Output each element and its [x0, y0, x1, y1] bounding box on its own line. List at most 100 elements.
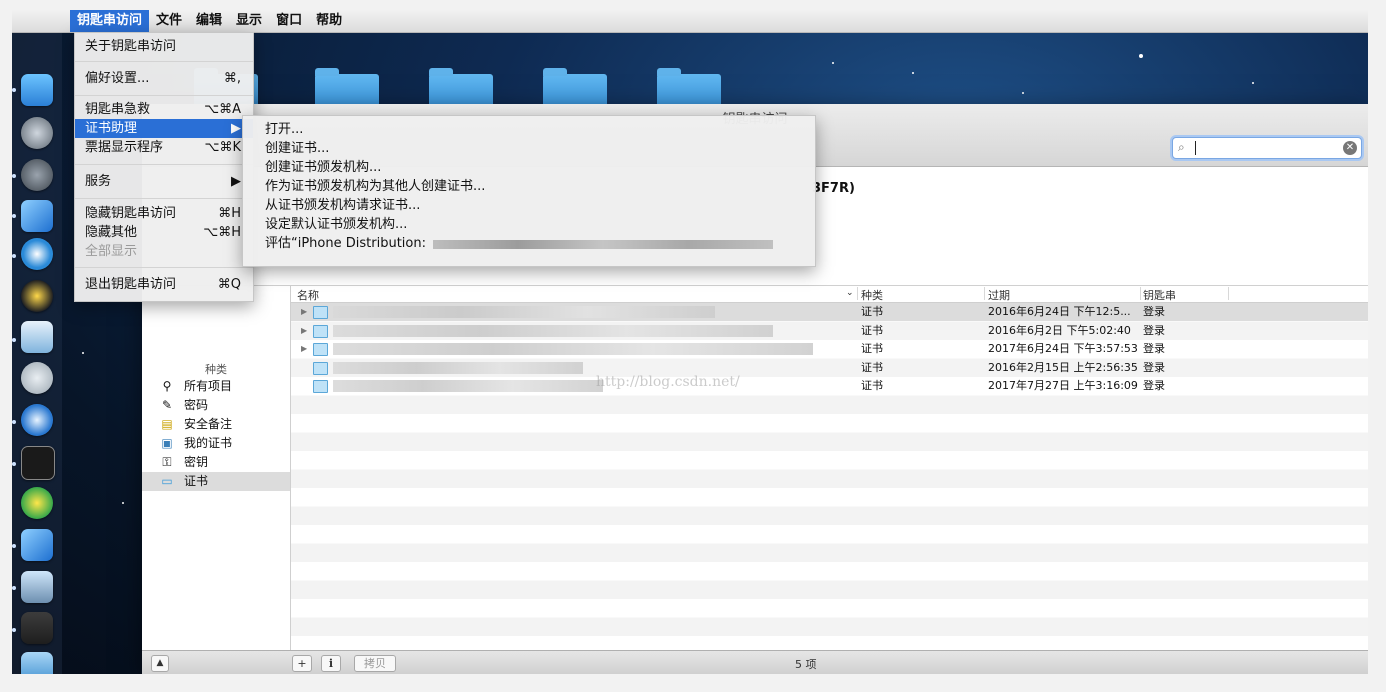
- menu-view[interactable]: 显示: [229, 10, 269, 32]
- xcode-icon[interactable]: [21, 529, 53, 561]
- evernote-icon[interactable]: [21, 612, 53, 644]
- copy-button[interactable]: 拷贝: [354, 655, 396, 672]
- sidebar-header: 种类: [205, 363, 227, 376]
- safari-icon[interactable]: [21, 238, 53, 270]
- menu-help[interactable]: 帮助: [309, 10, 349, 32]
- photo-viewer-icon[interactable]: [21, 571, 53, 603]
- terminal-icon[interactable]: [21, 446, 55, 480]
- item-info-title: 3F7R): [812, 181, 855, 196]
- sidebar-item-secure-notes[interactable]: ▤ 安全备注: [142, 415, 290, 434]
- column-header-name[interactable]: 名称: [297, 287, 319, 303]
- running-indicator: [12, 544, 16, 548]
- preview-icon[interactable]: [21, 321, 53, 353]
- menu-item-ticket-viewer[interactable]: 票据显示程序 ⌥⌘K: [75, 138, 253, 157]
- menu-item-certificate-assistant[interactable]: 证书助理 ▶: [75, 119, 253, 138]
- column-header-keychain[interactable]: 钥匙串: [1143, 287, 1176, 303]
- menu-item-shortcut: ⌥⌘K: [204, 140, 241, 155]
- menu-window[interactable]: 窗口: [269, 10, 309, 32]
- row-keychain: 登录: [1143, 379, 1165, 392]
- status-bar: ▲ + i 拷贝 5 项: [142, 650, 1368, 674]
- row-kind: 证书: [861, 360, 883, 374]
- xcode-icon[interactable]: [21, 200, 53, 232]
- column-separator: [984, 287, 985, 300]
- get-info-button[interactable]: i: [321, 655, 341, 672]
- menu-item-quit[interactable]: 退出钥匙串访问 ⌘Q: [75, 275, 253, 294]
- certificate-icon: [313, 361, 328, 375]
- search-icon: ⌕: [1178, 140, 1185, 154]
- table-row[interactable]: ▶ 证书 2017年6月24日 下午3:57:53 登录: [291, 340, 1368, 358]
- menu-item-about[interactable]: 关于钥匙串访问: [75, 37, 253, 56]
- qq-icon[interactable]: [21, 280, 53, 312]
- sidebar-item-my-certificates[interactable]: ▣ 我的证书: [142, 434, 290, 453]
- menu-item-hide-app[interactable]: 隐藏钥匙串访问 ⌘H: [75, 204, 253, 223]
- password-icon: ✎: [161, 398, 173, 412]
- item-count: 5 项: [795, 658, 817, 671]
- table-row[interactable]: 证书 2017年7月27日 上午3:16:09 登录: [291, 377, 1368, 395]
- menu-item-shortcut: ⌥⌘H: [203, 225, 241, 240]
- redacted-name: [333, 361, 583, 374]
- menu-item-set-default-ca[interactable]: 设定默认证书颁发机构...: [243, 215, 815, 234]
- menu-item-create-certificate[interactable]: 创建证书...: [243, 139, 815, 158]
- certificate-icon: [313, 324, 328, 338]
- system-preferences-icon[interactable]: [21, 159, 53, 191]
- column-separator: [1140, 287, 1141, 300]
- menu-item-label: 全部显示: [85, 244, 138, 259]
- launchpad-icon[interactable]: [21, 117, 53, 149]
- app-icon[interactable]: [21, 487, 53, 519]
- row-expires: 2017年6月24日 下午3:57:53: [988, 342, 1138, 355]
- column-header-expires[interactable]: 过期: [988, 287, 1010, 303]
- menu-bar: 钥匙串访问 文件 编辑 显示 窗口 帮助: [12, 10, 1368, 33]
- sidebar-item-passwords[interactable]: ✎ 密码: [142, 396, 290, 415]
- menu-item-keychain-first-aid[interactable]: 钥匙串急救 ⌥⌘A: [75, 100, 253, 119]
- menu-item-request-from-ca[interactable]: 从证书颁发机构请求证书...: [243, 196, 815, 215]
- menu-item-preferences[interactable]: 偏好设置... ⌘,: [75, 69, 253, 88]
- table-row[interactable]: 证书 2016年2月15日 上午2:56:35 登录: [291, 359, 1368, 377]
- menu-separator: [75, 164, 253, 165]
- key-icon: ⚿: [162, 455, 172, 469]
- menu-item-open[interactable]: 打开...: [243, 120, 815, 139]
- clear-search-icon[interactable]: ✕: [1343, 141, 1357, 155]
- apple-menu-icon[interactable]: [12, 10, 70, 32]
- menu-item-services[interactable]: 服务 ▶: [75, 172, 253, 191]
- category-sidebar: 种类 ⚲ 所有项目 ✎ 密码 ▤ 安全备注 ▣ 我的证书 ⚿ 密钥 ▭ 证书: [142, 286, 291, 650]
- show-keychains-button[interactable]: ▲: [151, 655, 169, 672]
- submenu-arrow-icon: ▶: [231, 121, 241, 136]
- baidu-icon[interactable]: [21, 404, 53, 436]
- keychain-access-icon[interactable]: [21, 362, 53, 394]
- running-indicator: [12, 586, 16, 590]
- disclosure-triangle-icon[interactable]: ▶: [301, 340, 307, 358]
- menu-edit[interactable]: 编辑: [189, 10, 229, 32]
- sidebar-item-all-items[interactable]: ⚲ 所有项目: [142, 377, 290, 396]
- star: [832, 62, 834, 64]
- sort-chevron-icon[interactable]: ⌄: [846, 288, 854, 298]
- star: [122, 502, 124, 504]
- table-row[interactable]: ▶ 证书 2016年6月24日 下午12:5... 登录: [291, 303, 1368, 321]
- menu-keychain-access[interactable]: 钥匙串访问: [70, 10, 150, 32]
- menu-file[interactable]: 文件: [149, 10, 189, 32]
- row-expires: 2016年6月24日 下午12:5...: [988, 305, 1131, 318]
- table-header: 名称 ⌄ 种类 过期 钥匙串: [291, 286, 1368, 303]
- app-store-icon[interactable]: [21, 652, 53, 674]
- column-header-kind[interactable]: 种类: [861, 287, 883, 303]
- running-indicator: [12, 462, 16, 466]
- finder-icon[interactable]: [21, 74, 53, 106]
- sidebar-item-certificates[interactable]: ▭ 证书: [142, 472, 290, 491]
- menu-item-hide-others[interactable]: 隐藏其他 ⌥⌘H: [75, 223, 253, 242]
- row-keychain: 登录: [1143, 360, 1165, 374]
- add-item-button[interactable]: +: [292, 655, 312, 672]
- secure-note-icon: ▤: [161, 417, 173, 431]
- star: [82, 352, 84, 354]
- table-row[interactable]: ▶ 证书 2016年6月2日 下午5:02:40 登录: [291, 322, 1368, 340]
- sidebar-item-keys[interactable]: ⚿ 密钥: [142, 453, 290, 472]
- app-menu: 关于钥匙串访问 偏好设置... ⌘, 钥匙串急救 ⌥⌘A 证书助理 ▶ 票据显示…: [74, 32, 254, 302]
- sidebar-item-label: 所有项目: [184, 379, 233, 393]
- sidebar-item-label: 密钥: [184, 455, 209, 469]
- disclosure-triangle-icon[interactable]: ▶: [301, 303, 307, 321]
- disclosure-triangle-icon[interactable]: ▶: [301, 322, 307, 340]
- certificate-assistant-submenu: 打开... 创建证书... 创建证书颁发机构... 作为证书颁发机构为其他人创建…: [242, 115, 816, 267]
- menu-item-create-cert-for-others[interactable]: 作为证书颁发机构为其他人创建证书...: [243, 177, 815, 196]
- menu-item-evaluate-certificate[interactable]: 评估“iPhone Distribution:: [243, 234, 815, 253]
- search-field[interactable]: ⌕ ✕: [1172, 137, 1362, 159]
- menu-item-create-ca[interactable]: 创建证书颁发机构...: [243, 158, 815, 177]
- running-indicator: [12, 88, 16, 92]
